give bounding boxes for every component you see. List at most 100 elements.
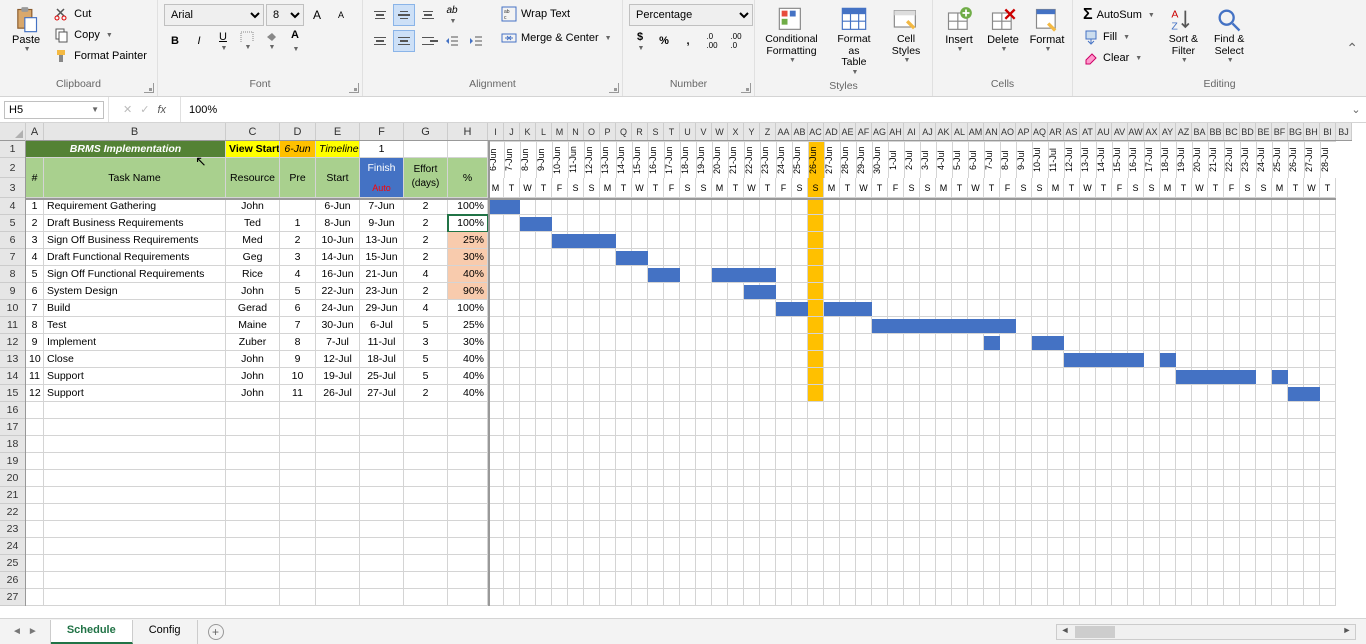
- gantt-cell[interactable]: [968, 266, 984, 283]
- cell[interactable]: [1096, 589, 1112, 606]
- gantt-cell[interactable]: [600, 215, 616, 232]
- column-header-E[interactable]: E: [316, 123, 360, 140]
- cell[interactable]: [920, 436, 936, 453]
- gantt-cell[interactable]: [568, 334, 584, 351]
- cell[interactable]: [1048, 487, 1064, 504]
- cell[interactable]: [520, 436, 536, 453]
- cell[interactable]: 16-Jun: [316, 266, 360, 283]
- cell[interactable]: [712, 402, 728, 419]
- cell[interactable]: [568, 419, 584, 436]
- cell[interactable]: [1128, 538, 1144, 555]
- gantt-cell[interactable]: [488, 266, 504, 283]
- cell[interactable]: [984, 470, 1000, 487]
- cell[interactable]: [856, 402, 872, 419]
- cell[interactable]: [1320, 470, 1336, 487]
- cell[interactable]: [904, 555, 920, 572]
- row-header-14[interactable]: 14: [0, 368, 25, 385]
- gantt-cell[interactable]: [1256, 300, 1272, 317]
- gantt-cell[interactable]: [648, 283, 664, 300]
- cell[interactable]: [1256, 487, 1272, 504]
- cell[interactable]: [856, 538, 872, 555]
- day-header[interactable]: M: [712, 178, 728, 198]
- column-header-O[interactable]: O: [584, 123, 600, 140]
- cell[interactable]: [760, 402, 776, 419]
- cell[interactable]: [1000, 453, 1016, 470]
- cell[interactable]: [280, 572, 316, 589]
- cell[interactable]: [1224, 470, 1240, 487]
- day-header[interactable]: S: [1128, 178, 1144, 198]
- cell[interactable]: [568, 436, 584, 453]
- cell[interactable]: [536, 538, 552, 555]
- gantt-cell[interactable]: [488, 283, 504, 300]
- day-header[interactable]: T: [728, 178, 744, 198]
- column-header-U[interactable]: U: [680, 123, 696, 140]
- cell[interactable]: [824, 470, 840, 487]
- gantt-cell[interactable]: [856, 283, 872, 300]
- column-header-BG[interactable]: BG: [1288, 123, 1304, 140]
- cell[interactable]: [1272, 521, 1288, 538]
- gantt-cell[interactable]: [936, 266, 952, 283]
- gantt-cell[interactable]: [776, 351, 792, 368]
- cell[interactable]: [840, 538, 856, 555]
- cell[interactable]: 9: [26, 334, 44, 351]
- gantt-cell[interactable]: [1240, 266, 1256, 283]
- gantt-cell[interactable]: [728, 300, 744, 317]
- gantt-cell[interactable]: [1000, 232, 1016, 249]
- cell[interactable]: [520, 521, 536, 538]
- gantt-cell[interactable]: [1272, 266, 1288, 283]
- cell[interactable]: [1320, 589, 1336, 606]
- scroll-left-button[interactable]: ◄: [1057, 625, 1073, 639]
- day-header[interactable]: T: [616, 178, 632, 198]
- cell[interactable]: [920, 487, 936, 504]
- cell[interactable]: [1176, 572, 1192, 589]
- gantt-cell[interactable]: [1240, 215, 1256, 232]
- gantt-cell[interactable]: [712, 300, 728, 317]
- date-header[interactable]: 19-Jun: [696, 141, 712, 178]
- column-header-D[interactable]: D: [280, 123, 316, 140]
- gantt-cell[interactable]: [584, 351, 600, 368]
- gantt-cell[interactable]: [856, 198, 872, 215]
- cell[interactable]: [904, 436, 920, 453]
- cell[interactable]: [536, 555, 552, 572]
- cell[interactable]: [1224, 487, 1240, 504]
- cell[interactable]: [792, 402, 808, 419]
- gantt-cell[interactable]: [968, 368, 984, 385]
- cell[interactable]: [824, 436, 840, 453]
- cell[interactable]: [280, 521, 316, 538]
- cell[interactable]: [226, 504, 280, 521]
- gantt-cell[interactable]: [1224, 385, 1240, 402]
- format-painter-button[interactable]: Format Painter: [50, 46, 151, 66]
- cell[interactable]: [872, 470, 888, 487]
- collapse-ribbon-button[interactable]: ⌃: [1346, 40, 1358, 57]
- day-header[interactable]: S: [904, 178, 920, 198]
- gantt-cell[interactable]: [1096, 385, 1112, 402]
- cell[interactable]: [404, 538, 448, 555]
- gantt-cell[interactable]: [936, 334, 952, 351]
- cell[interactable]: [1128, 487, 1144, 504]
- cell[interactable]: [226, 589, 280, 606]
- cell[interactable]: [1112, 589, 1128, 606]
- gantt-cell[interactable]: [680, 266, 696, 283]
- gantt-cell[interactable]: [1112, 368, 1128, 385]
- borders-button[interactable]: ▼: [236, 30, 258, 52]
- gantt-cell[interactable]: [600, 266, 616, 283]
- cell[interactable]: [584, 521, 600, 538]
- cell[interactable]: Geg: [226, 249, 280, 266]
- cell[interactable]: [404, 453, 448, 470]
- cell[interactable]: [1128, 555, 1144, 572]
- cell[interactable]: [696, 470, 712, 487]
- cell[interactable]: [712, 504, 728, 521]
- gantt-cell[interactable]: [664, 232, 680, 249]
- gantt-cell[interactable]: [504, 334, 520, 351]
- cell[interactable]: Resource: [226, 158, 280, 198]
- day-header[interactable]: T: [648, 178, 664, 198]
- cell[interactable]: 12-Jul: [316, 351, 360, 368]
- column-header-Q[interactable]: Q: [616, 123, 632, 140]
- cell[interactable]: [568, 555, 584, 572]
- cell[interactable]: [632, 572, 648, 589]
- column-header-AT[interactable]: AT: [1080, 123, 1096, 140]
- cell[interactable]: [680, 453, 696, 470]
- cell[interactable]: [920, 521, 936, 538]
- cell[interactable]: [808, 538, 824, 555]
- cell[interactable]: [1000, 504, 1016, 521]
